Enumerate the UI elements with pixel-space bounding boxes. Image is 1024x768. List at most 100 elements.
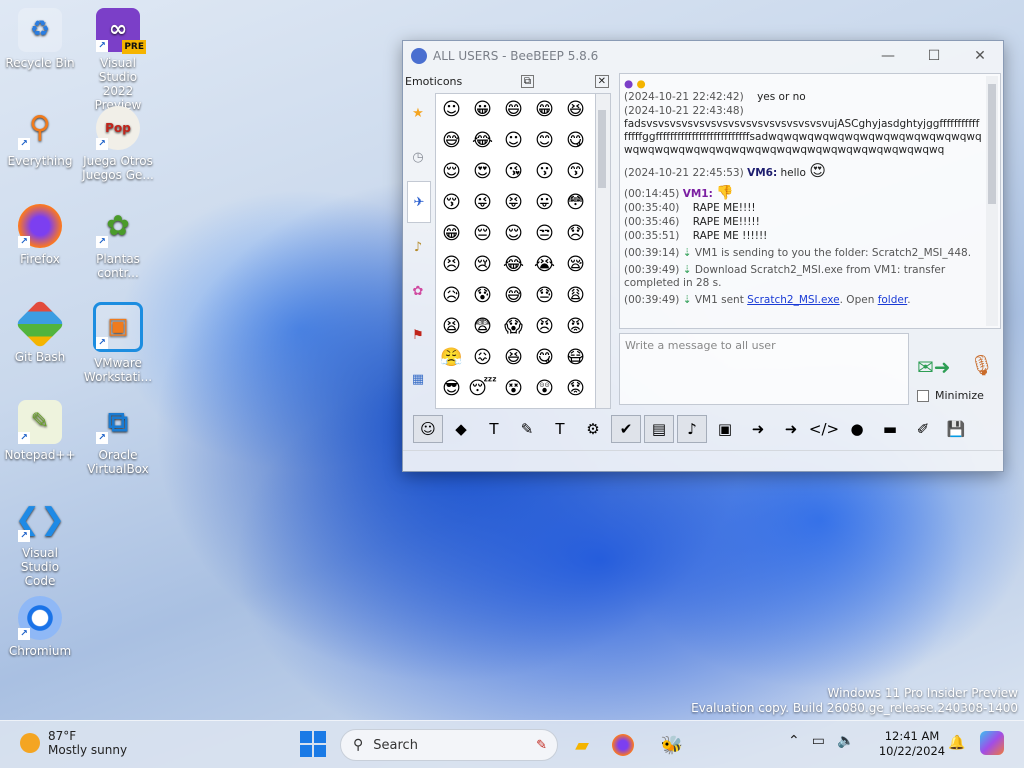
emoticon-cell[interactable]: 😥 xyxy=(436,280,467,311)
window-titlebar[interactable]: ALL USERS - BeeBEEP 5.8.6 — ☐ ✕ xyxy=(403,41,1003,71)
chevron-up-icon[interactable]: ⌃ xyxy=(788,733,800,749)
emoticon-cell[interactable]: 😴 xyxy=(467,373,498,404)
emoticon-cell[interactable]: 😅 xyxy=(498,280,529,311)
emoticon-cell[interactable]: 😦 xyxy=(436,404,467,408)
emoticon-cell[interactable]: 👿 xyxy=(529,404,560,408)
emoticon-cell[interactable]: 😌 xyxy=(498,218,529,249)
beebeep-taskbar-icon[interactable]: 🐝 xyxy=(658,731,686,759)
send-folder-icon[interactable]: ➜ xyxy=(776,415,806,443)
float-panel-button[interactable]: ⧉ xyxy=(520,74,534,88)
tab-flags[interactable]: ⚑ xyxy=(407,315,429,355)
desktop-icon-vscode[interactable]: ❮❯ ↗ Visual Studio Code xyxy=(4,498,76,589)
emoticon-cell[interactable]: 😡 xyxy=(560,311,591,342)
emoticon-cell[interactable]: 😗 xyxy=(529,156,560,187)
emoticon-cell[interactable]: 😟 xyxy=(560,373,591,404)
emoticon-cell[interactable]: 😋 xyxy=(560,125,591,156)
save-icon[interactable]: 💾 xyxy=(941,415,971,443)
emoticon-cell[interactable]: 😅 xyxy=(436,125,467,156)
emoticon-icon[interactable]: ☺ xyxy=(413,415,443,443)
emoticon-cell[interactable]: 😰 xyxy=(467,280,498,311)
emoticon-cell[interactable]: 😓 xyxy=(529,280,560,311)
send-message-button[interactable]: ✉➜ xyxy=(917,355,951,379)
emoticon-cell[interactable]: 😚 xyxy=(436,187,467,218)
emoticon-cell[interactable]: 😣 xyxy=(436,249,467,280)
emoticon-cell[interactable]: 😁 xyxy=(529,94,560,125)
message-input[interactable]: Write a message to all user xyxy=(619,333,909,405)
bee-icon[interactable]: ◆ xyxy=(446,415,476,443)
emoticon-cell[interactable]: 😙 xyxy=(560,156,591,187)
emoticon-cell[interactable]: 😳 xyxy=(560,187,591,218)
clapper-icon[interactable]: ▬ xyxy=(875,415,905,443)
emoticon-cell[interactable]: 😷 xyxy=(560,342,591,373)
emoticon-cell[interactable]: 😊 xyxy=(529,125,560,156)
settings-gear-icon[interactable]: ⚙ xyxy=(578,415,608,443)
close-button[interactable]: ✕ xyxy=(957,48,1003,64)
desktop-icon-virtualbox[interactable]: ⧉ ↗ Oracle VirtualBox xyxy=(82,400,154,477)
emoticon-cell[interactable]: 😁 xyxy=(436,218,467,249)
desktop-icon-everything[interactable]: ⚲ ↗ Everything xyxy=(4,106,76,169)
emoticon-cell[interactable]: 😛 xyxy=(529,187,560,218)
desktop-icon-chromium[interactable]: ↗ Chromium xyxy=(4,596,76,658)
tab-nature[interactable]: ✿ xyxy=(407,271,429,311)
emoticon-cell[interactable]: 😆 xyxy=(498,342,529,373)
emoticon-cell[interactable]: 😧 xyxy=(467,404,498,408)
emoticon-cell[interactable]: 😀 xyxy=(467,94,498,125)
emoticon-cell[interactable]: 😲 xyxy=(529,373,560,404)
music-note-icon[interactable]: ♪ xyxy=(677,415,707,443)
tab-favorites[interactable]: ★ xyxy=(407,93,429,133)
notification-bell-icon[interactable]: 🔔 xyxy=(948,735,965,751)
minimize-checkbox[interactable]: Minimize xyxy=(917,389,984,402)
emoticon-cell[interactable]: 😘 xyxy=(498,156,529,187)
close-panel-button[interactable]: ✕ xyxy=(594,74,609,88)
emoticon-cell[interactable]: 😤 xyxy=(436,342,467,373)
taskbar-clock[interactable]: 12:41 AM 10/22/2024 xyxy=(876,729,948,759)
desktop-icon-firefox[interactable]: ↗ Firefox xyxy=(4,204,76,266)
send-file-icon[interactable]: ➜ xyxy=(743,415,773,443)
emoticon-cell[interactable]: ☺ xyxy=(498,125,529,156)
desktop-icon-notepad[interactable]: ✎ ↗ Notepad++ xyxy=(4,400,76,462)
emoticon-cell[interactable]: 😫 xyxy=(436,311,467,342)
emoticon-cell[interactable]: 😈 xyxy=(498,404,529,408)
firefox-taskbar-icon[interactable] xyxy=(612,734,634,756)
emoticon-cell[interactable]: 😝 xyxy=(498,187,529,218)
emoticon-cell[interactable]: 😞 xyxy=(560,218,591,249)
emoticon-cell[interactable]: 😠 xyxy=(529,311,560,342)
file-link[interactable]: Scratch2_MSI.exe xyxy=(747,294,839,306)
emoticon-cell[interactable]: 😎 xyxy=(436,373,467,404)
tab-music[interactable]: ♪ xyxy=(407,227,429,267)
emoticon-cell[interactable]: 😄 xyxy=(498,94,529,125)
emoticons-scrollbar[interactable] xyxy=(595,93,611,409)
emoticon-cell[interactable]: 😩 xyxy=(560,280,591,311)
emoticon-cell[interactable]: 😱 xyxy=(498,311,529,342)
maximize-button[interactable]: ☐ xyxy=(911,48,957,64)
file-explorer-icon[interactable]: ▰ xyxy=(568,731,596,759)
emoticon-cell[interactable]: 😂 xyxy=(498,249,529,280)
emoticon-cell[interactable]: 😍 xyxy=(467,156,498,187)
emoticon-cell[interactable]: 😜 xyxy=(467,187,498,218)
taskbar-search[interactable]: ⚲ Search ✎ xyxy=(340,729,558,761)
emoticon-cell[interactable]: 😵 xyxy=(498,373,529,404)
emoticon-cell[interactable]: 😮 xyxy=(560,404,591,408)
emoticon-cell[interactable]: 😪 xyxy=(560,249,591,280)
desktop-icon-git-bash[interactable]: Git Bash xyxy=(4,299,76,364)
emoticon-cell[interactable]: 😨 xyxy=(467,311,498,342)
folder-link[interactable]: folder xyxy=(878,294,908,306)
minimize-button[interactable]: — xyxy=(865,48,911,64)
scrollbar-thumb[interactable] xyxy=(988,84,996,204)
format-icon[interactable]: T xyxy=(545,415,575,443)
voice-message-button[interactable]: 🎙 xyxy=(969,353,994,377)
desktop-icon-recycle-bin[interactable]: ♻ Recycle Bin xyxy=(4,8,76,70)
start-button[interactable] xyxy=(300,731,326,757)
scrollbar-thumb[interactable] xyxy=(598,110,606,188)
emoticon-cell[interactable]: 😂 xyxy=(467,125,498,156)
emoticon-cell[interactable]: 😆 xyxy=(560,94,591,125)
desktop-icon-plants[interactable]: ✿ ↗ Plantas contr... xyxy=(82,204,154,280)
emoticon-cell[interactable]: 😌 xyxy=(436,156,467,187)
emoticon-cell[interactable]: 😢 xyxy=(467,249,498,280)
emoticon-cell[interactable]: 😖 xyxy=(467,342,498,373)
copilot-icon[interactable] xyxy=(980,731,1004,755)
emoticon-cell[interactable]: 😒 xyxy=(529,218,560,249)
weather-widget[interactable]: 87°F Mostly sunny xyxy=(20,729,127,757)
code-icon[interactable]: </> xyxy=(809,415,839,443)
volume-icon[interactable]: 🔈 xyxy=(837,733,854,749)
